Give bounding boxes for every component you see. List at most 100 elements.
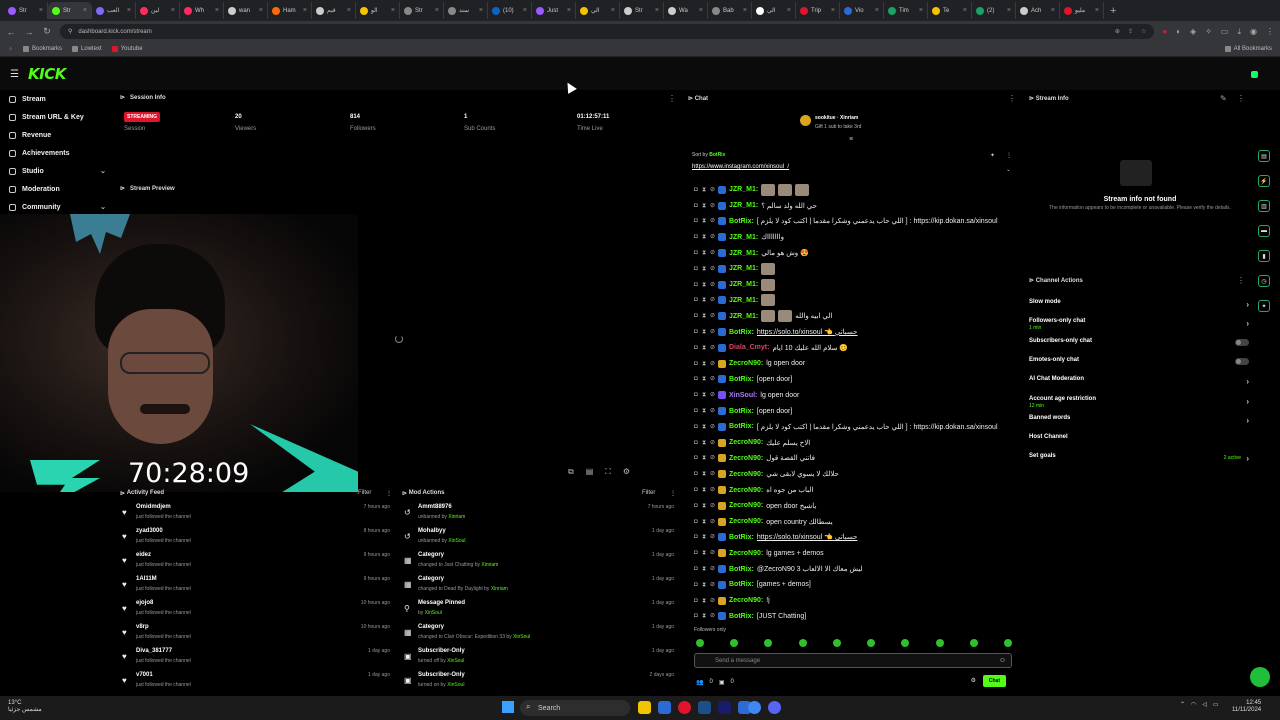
chat-username[interactable]: BotRix: xyxy=(729,218,754,225)
pin-message-icon[interactable]: ◘ xyxy=(694,282,699,288)
activity-user[interactable]: eidez xyxy=(136,552,151,558)
close-tab-icon[interactable]: × xyxy=(171,7,175,14)
pin-message-icon[interactable]: ◘ xyxy=(694,234,699,240)
taskbar-clock[interactable]: 12:45 11/11/2024 xyxy=(1232,700,1261,714)
windows-start-icon[interactable] xyxy=(502,701,514,713)
mod-action-by[interactable]: XinSoul xyxy=(513,634,530,640)
close-tab-icon[interactable]: × xyxy=(391,7,395,14)
close-tab-icon[interactable]: × xyxy=(479,7,483,14)
timeout-icon[interactable]: ⧗ xyxy=(702,534,707,540)
mod-action-by[interactable]: XinSoul xyxy=(447,658,464,664)
quick-emote-icon[interactable] xyxy=(696,639,704,647)
ban-icon[interactable]: ⊘ xyxy=(710,471,715,477)
timeout-icon[interactable]: ⧗ xyxy=(702,313,707,319)
ban-icon[interactable]: ⊘ xyxy=(710,613,715,619)
close-tab-icon[interactable]: × xyxy=(435,7,439,14)
chat-username[interactable]: BotRix: xyxy=(729,613,754,620)
pin-message-icon[interactable]: ◘ xyxy=(694,297,699,303)
pin-message-icon[interactable]: ◘ xyxy=(694,566,699,572)
pin-message-icon[interactable]: ◘ xyxy=(694,187,699,193)
brave-icon[interactable] xyxy=(678,701,691,714)
pin-message-icon[interactable]: ◘ xyxy=(694,519,699,525)
chat-message[interactable]: ◘ ⧗ ⊘ JZR_M1: xyxy=(694,182,1010,198)
collapse-icon[interactable]: ⊳ xyxy=(1029,96,1036,102)
ban-icon[interactable]: ⊘ xyxy=(710,408,715,414)
pin-message-icon[interactable]: ◘ xyxy=(694,598,699,604)
sidebar-item[interactable]: Moderation xyxy=(0,180,115,198)
close-tab-icon[interactable]: × xyxy=(743,7,747,14)
reload-icon[interactable]: ↻ xyxy=(42,26,52,37)
new-tab-icon[interactable]: + xyxy=(1110,5,1116,17)
timeout-icon[interactable]: ⧗ xyxy=(702,566,707,572)
rail-clip-icon[interactable]: ▥ xyxy=(1258,200,1270,212)
mod-action-title[interactable]: Category xyxy=(418,624,444,630)
timeout-icon[interactable]: ⧗ xyxy=(702,598,707,604)
ban-icon[interactable]: ⊘ xyxy=(710,313,715,319)
close-tab-icon[interactable]: × xyxy=(1051,7,1055,14)
edit-icon[interactable]: ✎ xyxy=(1220,94,1227,103)
bookmark-star-icon[interactable]: ☆ xyxy=(1141,28,1146,35)
close-tab-icon[interactable]: × xyxy=(127,7,131,14)
ban-icon[interactable]: ⊘ xyxy=(710,329,715,335)
pin-message-icon[interactable]: ◘ xyxy=(694,550,699,556)
mod-action-title[interactable]: Subscriber-Only xyxy=(418,672,465,678)
chevron-down-icon[interactable]: ⌄ xyxy=(1006,166,1011,173)
ban-icon[interactable]: ⊘ xyxy=(710,345,715,351)
apps-icon[interactable]: ⁘ xyxy=(8,46,13,53)
tray-chevron-icon[interactable]: ⌃ xyxy=(1180,701,1185,708)
timeout-icon[interactable]: ⧗ xyxy=(702,613,707,619)
collapse-icon[interactable]: ⊳ xyxy=(688,96,695,102)
chat-username[interactable]: BotRix: xyxy=(729,376,754,383)
timeout-icon[interactable]: ⧗ xyxy=(702,361,707,367)
chat-username[interactable]: JZR_M1: xyxy=(729,234,758,241)
quick-emote-icon[interactable] xyxy=(832,639,841,647)
chat-username[interactable]: BotRix: xyxy=(729,423,754,430)
timeout-icon[interactable]: ⧗ xyxy=(702,392,707,398)
browser-tab[interactable]: الو × xyxy=(356,2,400,19)
close-tab-icon[interactable]: × xyxy=(303,7,307,14)
kick-logo[interactable]: KICK xyxy=(28,65,66,83)
extension-icon[interactable]: ◐ xyxy=(1176,27,1181,37)
pin-message-icon[interactable]: ◘ xyxy=(694,503,699,509)
chat-message[interactable]: ◘ ⧗ ⊘ BotRix: [open door] xyxy=(694,372,1010,388)
pin-message-icon[interactable]: ◘ xyxy=(694,392,699,398)
browser-tab[interactable]: العب × xyxy=(92,2,136,19)
ban-icon[interactable]: ⊘ xyxy=(710,187,715,193)
mod-actions-menu-icon[interactable]: ⋮ xyxy=(670,490,676,497)
mod-action-by[interactable]: Xinriam xyxy=(481,562,498,568)
browser-tab[interactable]: Str × xyxy=(48,2,92,19)
quick-emote-icon[interactable] xyxy=(798,639,807,647)
browser-tab[interactable]: قيم × xyxy=(312,2,356,19)
close-tab-icon[interactable]: × xyxy=(1095,7,1099,14)
rail-pin-icon[interactable]: ✦ xyxy=(1258,300,1270,312)
mod-action-title[interactable]: Ammt88976 xyxy=(418,504,452,510)
browser-tab[interactable]: الي × xyxy=(576,2,620,19)
chat-username[interactable]: ZecroN90: xyxy=(729,550,763,557)
chrome-icon[interactable] xyxy=(748,701,761,714)
browser-tab[interactable]: Trip × xyxy=(796,2,840,19)
close-tab-icon[interactable]: × xyxy=(699,7,703,14)
premiere-icon[interactable] xyxy=(718,701,731,714)
timeout-icon[interactable]: ⧗ xyxy=(702,250,707,256)
sidebar-item[interactable]: Achievements xyxy=(0,144,115,162)
timeout-icon[interactable]: ⧗ xyxy=(702,329,707,335)
store-icon[interactable] xyxy=(658,701,671,714)
browser-tab[interactable]: Str × xyxy=(620,2,664,19)
chat-message[interactable]: ◘ ⧗ ⊘ ZecroN90: !j xyxy=(694,593,1010,609)
back-icon[interactable]: ← xyxy=(6,27,16,37)
chat-text[interactable]: https://solo.to/xinsoul 👈 حسباتي xyxy=(757,328,858,336)
close-tab-icon[interactable]: × xyxy=(523,7,527,14)
filter-button[interactable]: Filter xyxy=(642,490,655,496)
extension-icon[interactable]: ● xyxy=(1162,27,1167,37)
timeout-icon[interactable]: ⧗ xyxy=(702,376,707,382)
emoji-icon[interactable]: ☺ xyxy=(999,657,1006,664)
fullscreen-icon[interactable]: ⛶ xyxy=(605,467,611,477)
timeout-icon[interactable]: ⧗ xyxy=(702,582,707,588)
toggle-switch[interactable] xyxy=(1235,357,1249,365)
pin-message-icon[interactable]: ◘ xyxy=(694,218,699,224)
channel-action-host-channel[interactable]: Host Channel xyxy=(1029,434,1249,450)
quick-emote-icon[interactable] xyxy=(764,639,773,647)
pin-message-icon[interactable]: ◘ xyxy=(694,250,699,256)
browser-menu-icon[interactable]: ⋮ xyxy=(1266,27,1274,37)
battery-icon[interactable]: ▭ xyxy=(1213,701,1219,708)
